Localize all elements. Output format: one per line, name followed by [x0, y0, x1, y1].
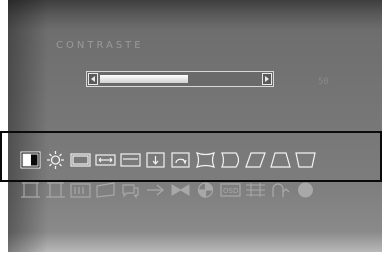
bottom-corner-icon[interactable]: [20, 180, 41, 200]
degauss-icon[interactable]: [170, 180, 191, 200]
v-size-icon[interactable]: [120, 150, 141, 170]
slider-track[interactable]: [100, 75, 260, 83]
moire-icon[interactable]: [245, 180, 266, 200]
tilt-icon[interactable]: [170, 150, 191, 170]
monitor-osd-screen: CONTRASTE 50: [8, 0, 382, 252]
trapezoid-icon[interactable]: [270, 150, 291, 170]
osd-title: CONTRASTE: [56, 40, 144, 51]
v-position-icon[interactable]: [145, 150, 166, 170]
contrast-slider[interactable]: [86, 71, 274, 87]
brightness-icon[interactable]: [45, 150, 66, 170]
pin-balance-icon[interactable]: [220, 150, 241, 170]
info-icon[interactable]: [295, 180, 316, 200]
language-icon[interactable]: [120, 180, 141, 200]
contrast-icon[interactable]: [20, 150, 41, 170]
osd-position-icon[interactable]: OSD: [220, 180, 241, 200]
recall-icon[interactable]: [145, 180, 166, 200]
contrast-value: 50: [318, 77, 329, 87]
pincushion-icon[interactable]: [195, 150, 216, 170]
color-icon[interactable]: [195, 180, 216, 200]
h-position-icon[interactable]: [70, 150, 91, 170]
rotation-icon[interactable]: [95, 180, 116, 200]
h-size-icon[interactable]: [95, 150, 116, 170]
svg-text:OSD: OSD: [223, 187, 238, 195]
slider-fill: [100, 75, 188, 83]
adjustment-icon-row-2: OSD: [20, 180, 316, 200]
slider-increase-arrow-icon[interactable]: [262, 73, 272, 85]
linearity-icon[interactable]: [70, 180, 91, 200]
slider-decrease-arrow-icon[interactable]: [88, 73, 98, 85]
side-pin-icon[interactable]: [45, 180, 66, 200]
parallelogram-icon[interactable]: [245, 150, 266, 170]
top-corner-icon[interactable]: [295, 150, 316, 170]
adjustment-icon-row-1: [20, 150, 316, 170]
input-icon[interactable]: [270, 180, 291, 200]
